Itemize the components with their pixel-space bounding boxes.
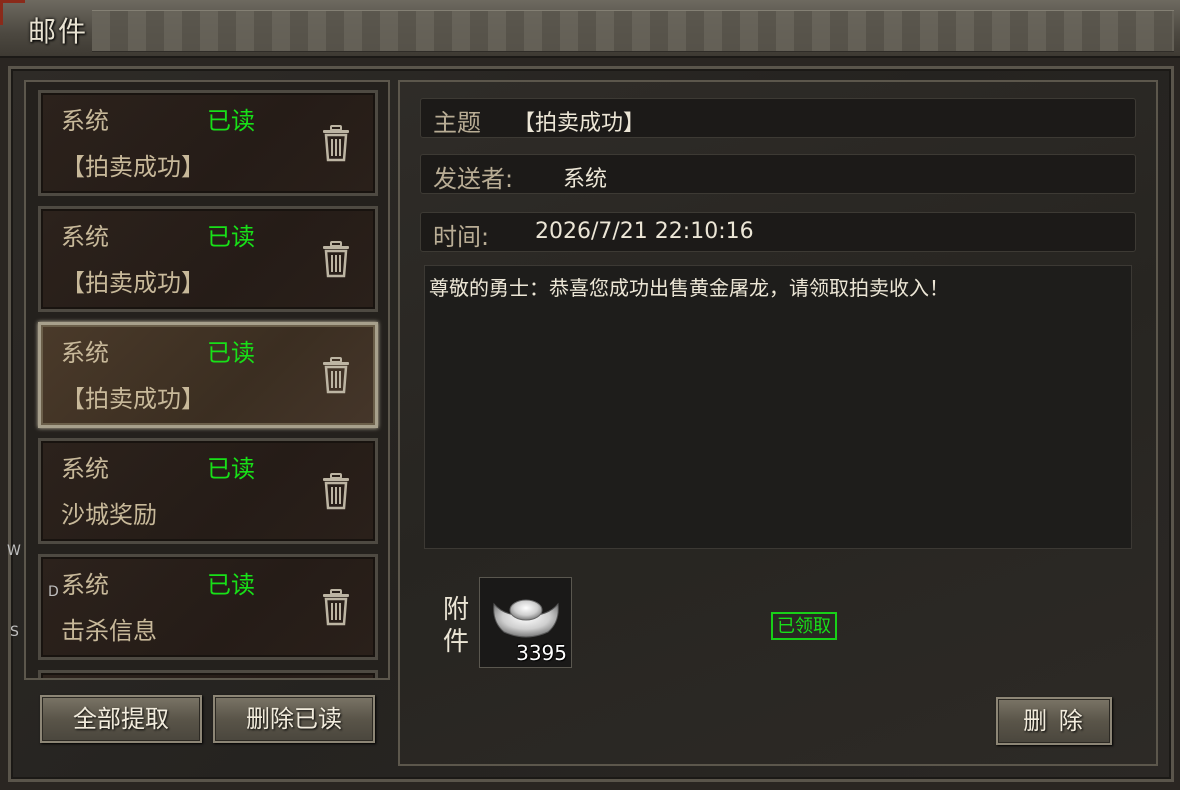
time-label: 时间: [433, 223, 490, 251]
trash-icon[interactable] [319, 471, 353, 511]
trash-icon[interactable] [319, 123, 353, 163]
subject-value: 【拍卖成功】 [513, 111, 646, 136]
window-title: 邮件 [28, 15, 89, 48]
mail-list-panel[interactable]: 系统 已读 【拍卖成功】 系统 已读 【拍卖成功】 系统 已读 【拍卖成功】 系统 已读 沙城奖励 系统… [24, 80, 390, 680]
claimed-badge: 已领取 [771, 612, 837, 640]
side-hint-w: W [7, 543, 21, 559]
delete-mail-button[interactable]: 删 除 [996, 697, 1112, 745]
mail-list-item[interactable]: 系统 已读 【拍卖成功】 [38, 206, 378, 312]
attachment-slot[interactable]: 3395 [479, 577, 572, 668]
attachment-quantity: 3395 [516, 641, 567, 665]
attachment-label: 附件 [442, 595, 469, 657]
sender-label: 发送者: [433, 165, 514, 193]
subject-label: 主题 [433, 109, 481, 137]
subject-field: 主题 【拍卖成功】 [420, 98, 1136, 138]
window-titlebar: 邮件 [0, 0, 1180, 58]
mail-list-item[interactable]: 系统 已读 【拍卖成功】 [38, 322, 378, 428]
mail-subject: 【拍卖成功】 [61, 385, 205, 413]
time-field: 时间: 2026/7/21 22:10:16 [420, 212, 1136, 252]
mail-list-item[interactable]: 系统 已读沙城奖励 [38, 438, 378, 544]
mail-subject: 【拍卖成功】 [61, 269, 205, 297]
side-hint-s: S [10, 624, 19, 640]
sender-value: 系统 [563, 167, 608, 192]
delete-read-button[interactable]: 删除已读 [213, 695, 375, 743]
trash-icon[interactable] [319, 239, 353, 279]
claim-all-button[interactable]: 全部提取 [40, 695, 202, 743]
mail-subject: 【拍卖成功】 [61, 153, 205, 181]
silver-ingot-icon [493, 599, 559, 638]
mail-body: 尊敬的勇士：恭喜您成功出售黄金屠龙，请领取拍卖收入！ [424, 265, 1132, 549]
sender-field: 发送者: 系统 [420, 154, 1136, 194]
mail-sender: 系统 [61, 455, 109, 483]
mail-list-item-partial[interactable] [38, 670, 378, 678]
trash-icon[interactable] [319, 355, 353, 395]
titlebar-ornament [0, 0, 25, 25]
mail-list-item[interactable]: 系统 已读 击杀信息 [38, 554, 378, 660]
mail-read-status: 已读 [207, 339, 255, 367]
trash-icon[interactable] [319, 587, 353, 627]
time-value: 2026/7/21 22:10:16 [535, 219, 754, 244]
mail-list-item[interactable]: 系统 已读 【拍卖成功】 [38, 90, 378, 196]
mail-sender: 系统 [61, 107, 109, 135]
mail-sender: 系统 [61, 339, 109, 367]
mail-subject: 沙城奖励 [61, 501, 157, 529]
mail-read-status: 已读 [207, 107, 255, 135]
mail-read-status: 已读 [207, 455, 255, 483]
mail-subject: 击杀信息 [61, 617, 157, 645]
mail-read-status: 已读 [207, 571, 255, 599]
mail-sender: 系统 [61, 223, 109, 251]
side-hint-d: D [48, 584, 59, 600]
mail-read-status: 已读 [207, 223, 255, 251]
mail-body-text: 尊敬的勇士：恭喜您成功出售黄金屠龙，请领取拍卖收入！ [429, 276, 949, 300]
titlebar-decoration [92, 10, 1174, 52]
